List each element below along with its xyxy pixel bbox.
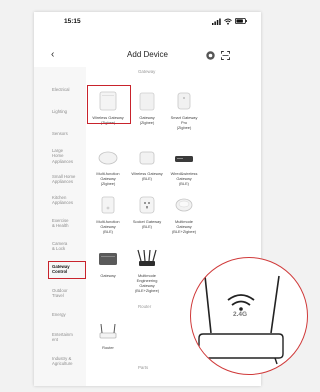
device-selection-highlight	[87, 85, 131, 124]
page: 15:15 ‹ Add Device Electrical Lighting S…	[0, 0, 308, 392]
sidebar-item-sensors[interactable]: Sensors	[52, 131, 94, 136]
gateway-device-icon	[139, 151, 155, 165]
gateway-device-icon	[175, 198, 193, 212]
gateway-device-icon	[137, 249, 157, 266]
gateway-device-icon	[101, 196, 115, 214]
band-label: 2.4G	[233, 311, 248, 318]
nav-bar: ‹ Add Device	[34, 48, 261, 62]
wifi-icon	[224, 18, 232, 25]
device-label: Wired&wireless Gateway (BLE)	[170, 171, 198, 186]
sidebar-item-industry-agriculture[interactable]: Industry & Agriculture	[52, 356, 94, 367]
device-icon[interactable]	[206, 51, 215, 60]
device-gateway[interactable]: Gateway	[87, 248, 129, 278]
device-label: Multi-function Gateway (BLE)	[96, 219, 120, 234]
device-label: Gateway	[100, 273, 116, 278]
gateway-device-icon	[175, 156, 193, 162]
sidebar-selection-highlight	[48, 261, 86, 279]
battery-icon	[235, 18, 247, 24]
section-title-parts: Parts	[138, 365, 149, 370]
scan-icon[interactable]	[221, 51, 230, 60]
device-smart-gateway-pro-zigbee[interactable]: Smart Gateway Pro (Zigbee)	[163, 90, 205, 130]
device-wired-wireless-gateway-ble[interactable]: Wired&wireless Gateway (BLE)	[163, 148, 205, 186]
status-time: 15:15	[64, 18, 81, 25]
gateway-device-icon	[99, 253, 117, 265]
router-device-icon	[99, 323, 117, 339]
gateway-device-icon	[177, 92, 191, 110]
sidebar-item-energy[interactable]: Energy	[52, 312, 94, 317]
device-socket-gateway-ble[interactable]: Socket Gateway (BLE)	[126, 194, 168, 229]
device-label: Gateway (Zigbee)	[139, 115, 155, 125]
router-illustration-icon	[198, 275, 284, 365]
device-multimode-engineering-gateway[interactable]: Multimode Engineering Gateway (BLE+Zigbe…	[126, 248, 168, 293]
router-zoom-callout: 2.4G	[190, 257, 308, 375]
section-title-gateway: Gateway	[138, 69, 156, 74]
device-label: Multimode Engineering Gateway (BLE+Zigbe…	[134, 273, 160, 293]
device-label: Wireless Gateway (BLE)	[131, 171, 163, 181]
socket-device-icon	[139, 196, 155, 214]
section-title-router: Router	[138, 304, 152, 309]
gateway-device-icon	[98, 151, 118, 165]
device-label: Smart Gateway Pro (Zigbee)	[170, 115, 198, 130]
device-label: Router	[102, 345, 114, 350]
device-label: Socket Gateway (BLE)	[132, 219, 162, 229]
signal-icon	[212, 18, 221, 25]
device-label: Multimode Gateway (BLE+Zigbee)	[171, 219, 197, 234]
status-icons	[212, 17, 247, 25]
device-router[interactable]: Router	[87, 322, 129, 350]
gateway-device-icon	[139, 92, 155, 111]
sidebar-item-outdoor-travel[interactable]: Outdoor Travel	[52, 288, 94, 299]
device-multi-function-gateway-ble[interactable]: Multi-function Gateway (BLE)	[87, 194, 129, 234]
device-wireless-gateway-ble[interactable]: Wireless Gateway (BLE)	[126, 148, 168, 181]
status-bar: 15:15	[34, 12, 261, 30]
device-multi-function-gateway-zigbee[interactable]: Multi-function Gateway (Zigbee)	[87, 148, 129, 186]
device-label: Multi-function Gateway (Zigbee)	[96, 171, 120, 186]
device-gateway-zigbee[interactable]: Gateway (Zigbee)	[126, 90, 168, 125]
device-multimode-gateway-ble-zigbee[interactable]: Multimode Gateway (BLE+Zigbee)	[163, 194, 205, 234]
